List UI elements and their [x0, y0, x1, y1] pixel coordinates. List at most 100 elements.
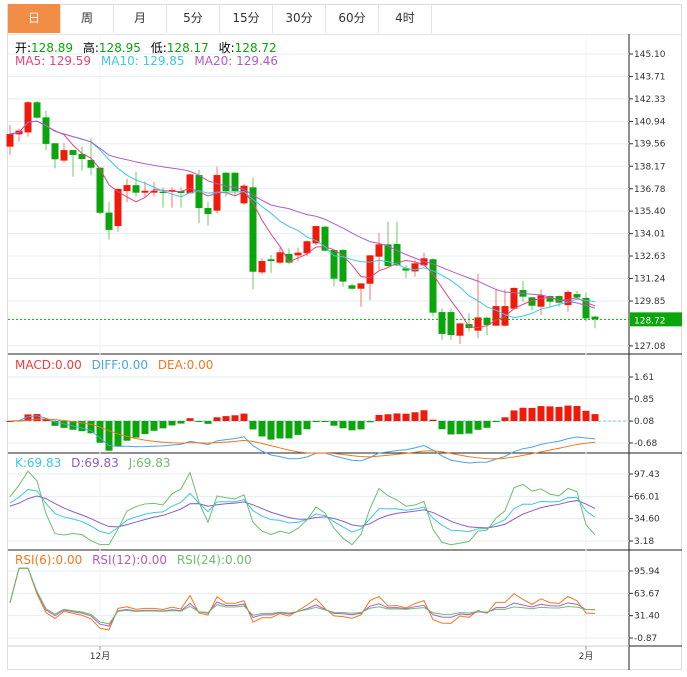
rsi-header: RSI(6):0.00 RSI(12):0.00 RSI(24):0.00	[15, 553, 258, 567]
ma5-line	[9, 120, 596, 329]
macd-bar	[510, 410, 518, 421]
rsi12-value: RSI(12):0.00	[92, 553, 167, 567]
candle-down	[132, 185, 140, 193]
rsi6-value: RSI(6):0.00	[15, 553, 83, 567]
macd-bar	[375, 414, 383, 421]
macd-header: MACD:0.00 DIFF:0.00 DEA:0.00	[15, 358, 219, 372]
candle-up	[123, 185, 131, 192]
d-line	[9, 495, 596, 529]
candle-up	[357, 283, 365, 289]
candle-up	[294, 252, 302, 256]
x-axis-label: 12月	[90, 651, 110, 662]
macd-bar	[348, 421, 356, 431]
macd-bar	[141, 421, 149, 435]
macd-bar	[240, 413, 248, 421]
candle-up	[510, 287, 518, 309]
candle-down	[51, 143, 59, 160]
macd-bar	[591, 414, 599, 421]
ma10-line	[9, 120, 596, 319]
macd-bar	[366, 421, 374, 423]
macd-bar	[330, 421, 338, 426]
macd-bar	[411, 412, 419, 421]
candle-up	[24, 102, 32, 133]
kdj-axis-label: 3.18	[634, 537, 654, 547]
candle-up	[276, 252, 284, 263]
candle-down	[429, 259, 437, 313]
kline-chart[interactable]: 12月 2月 145.10 143.71 142.33 140.94 139.56 138.1…	[0, 0, 687, 677]
close-value: 128.72	[234, 41, 277, 55]
x-axis-label: 2月	[579, 651, 594, 662]
macd-bar	[249, 421, 257, 430]
price-axis-label: 138.17	[634, 162, 666, 172]
candle-down	[96, 167, 104, 213]
dea-value: DEA:0.00	[157, 358, 214, 372]
macd-bar	[465, 421, 473, 434]
macd-bar	[222, 416, 230, 421]
macd-bar	[177, 421, 185, 424]
macd-bar	[339, 421, 347, 429]
macd-bar	[357, 421, 365, 430]
macd-bar	[564, 405, 572, 421]
rsi12-line	[9, 567, 596, 627]
macd-bar	[303, 421, 311, 430]
macd-bar	[87, 421, 95, 434]
macd-bar	[285, 421, 293, 439]
candle-up	[114, 188, 122, 227]
candle-up	[60, 150, 68, 161]
macd-bar	[384, 414, 392, 421]
candle-down	[348, 285, 356, 289]
macd-bar	[132, 421, 140, 438]
macd-bar	[312, 421, 320, 422]
candle-up	[6, 134, 14, 147]
ma20-line	[9, 120, 596, 309]
macd-axis-label: 0.08	[634, 417, 654, 427]
ma10-value: MA10: 129.85	[100, 54, 185, 68]
k-value: K:69.83	[15, 456, 62, 470]
macd-bar	[321, 421, 329, 422]
macd-bar	[258, 421, 266, 437]
candle-down	[330, 250, 338, 279]
macd-bar	[150, 421, 158, 431]
candle-up	[186, 174, 194, 194]
candle-down	[204, 208, 212, 215]
macd-bar	[276, 421, 284, 439]
macd-bar	[501, 417, 509, 421]
macd-bar	[123, 421, 131, 441]
candle-down	[33, 102, 41, 118]
price-axis-label: 145.10	[634, 50, 666, 60]
rsi-axis-label: 63.67	[634, 589, 660, 599]
macd-bar	[213, 417, 221, 421]
d-value: D:69.83	[71, 456, 119, 470]
candle-up	[375, 244, 383, 257]
low-label: 低:	[150, 41, 167, 55]
open-value: 128.89	[31, 41, 74, 55]
macd-bar	[492, 421, 500, 422]
macd-bar	[528, 407, 536, 421]
candle-down	[267, 259, 275, 262]
candle-down	[447, 312, 455, 336]
kdj-axis-label: 34.60	[634, 515, 660, 525]
low-value: 128.17	[166, 41, 209, 55]
candle-down	[222, 172, 230, 192]
macd-axis-label: -0.68	[634, 439, 658, 449]
kdj-axis-label: 97.43	[634, 470, 660, 480]
macd-bar	[294, 421, 302, 435]
candle-up	[537, 295, 545, 307]
macd-bar	[195, 421, 203, 422]
macd-bar	[582, 410, 590, 421]
macd-bar	[186, 418, 194, 421]
price-axis-label: 134.01	[634, 230, 666, 240]
price-axis-label: 127.08	[634, 342, 666, 352]
macd-bar	[402, 413, 410, 421]
price-axis-label: 142.33	[634, 95, 666, 105]
j-value: J:69.83	[128, 456, 171, 470]
rsi6-line	[9, 567, 596, 631]
diff-value: DIFF:0.00	[91, 358, 148, 372]
candle-down	[69, 150, 77, 155]
macd-bar	[231, 415, 239, 421]
candle-up	[366, 255, 374, 284]
candle-up	[258, 261, 266, 273]
candle-up	[141, 190, 149, 193]
price-axis-label: 143.71	[634, 73, 666, 83]
macd-bar	[267, 421, 275, 440]
